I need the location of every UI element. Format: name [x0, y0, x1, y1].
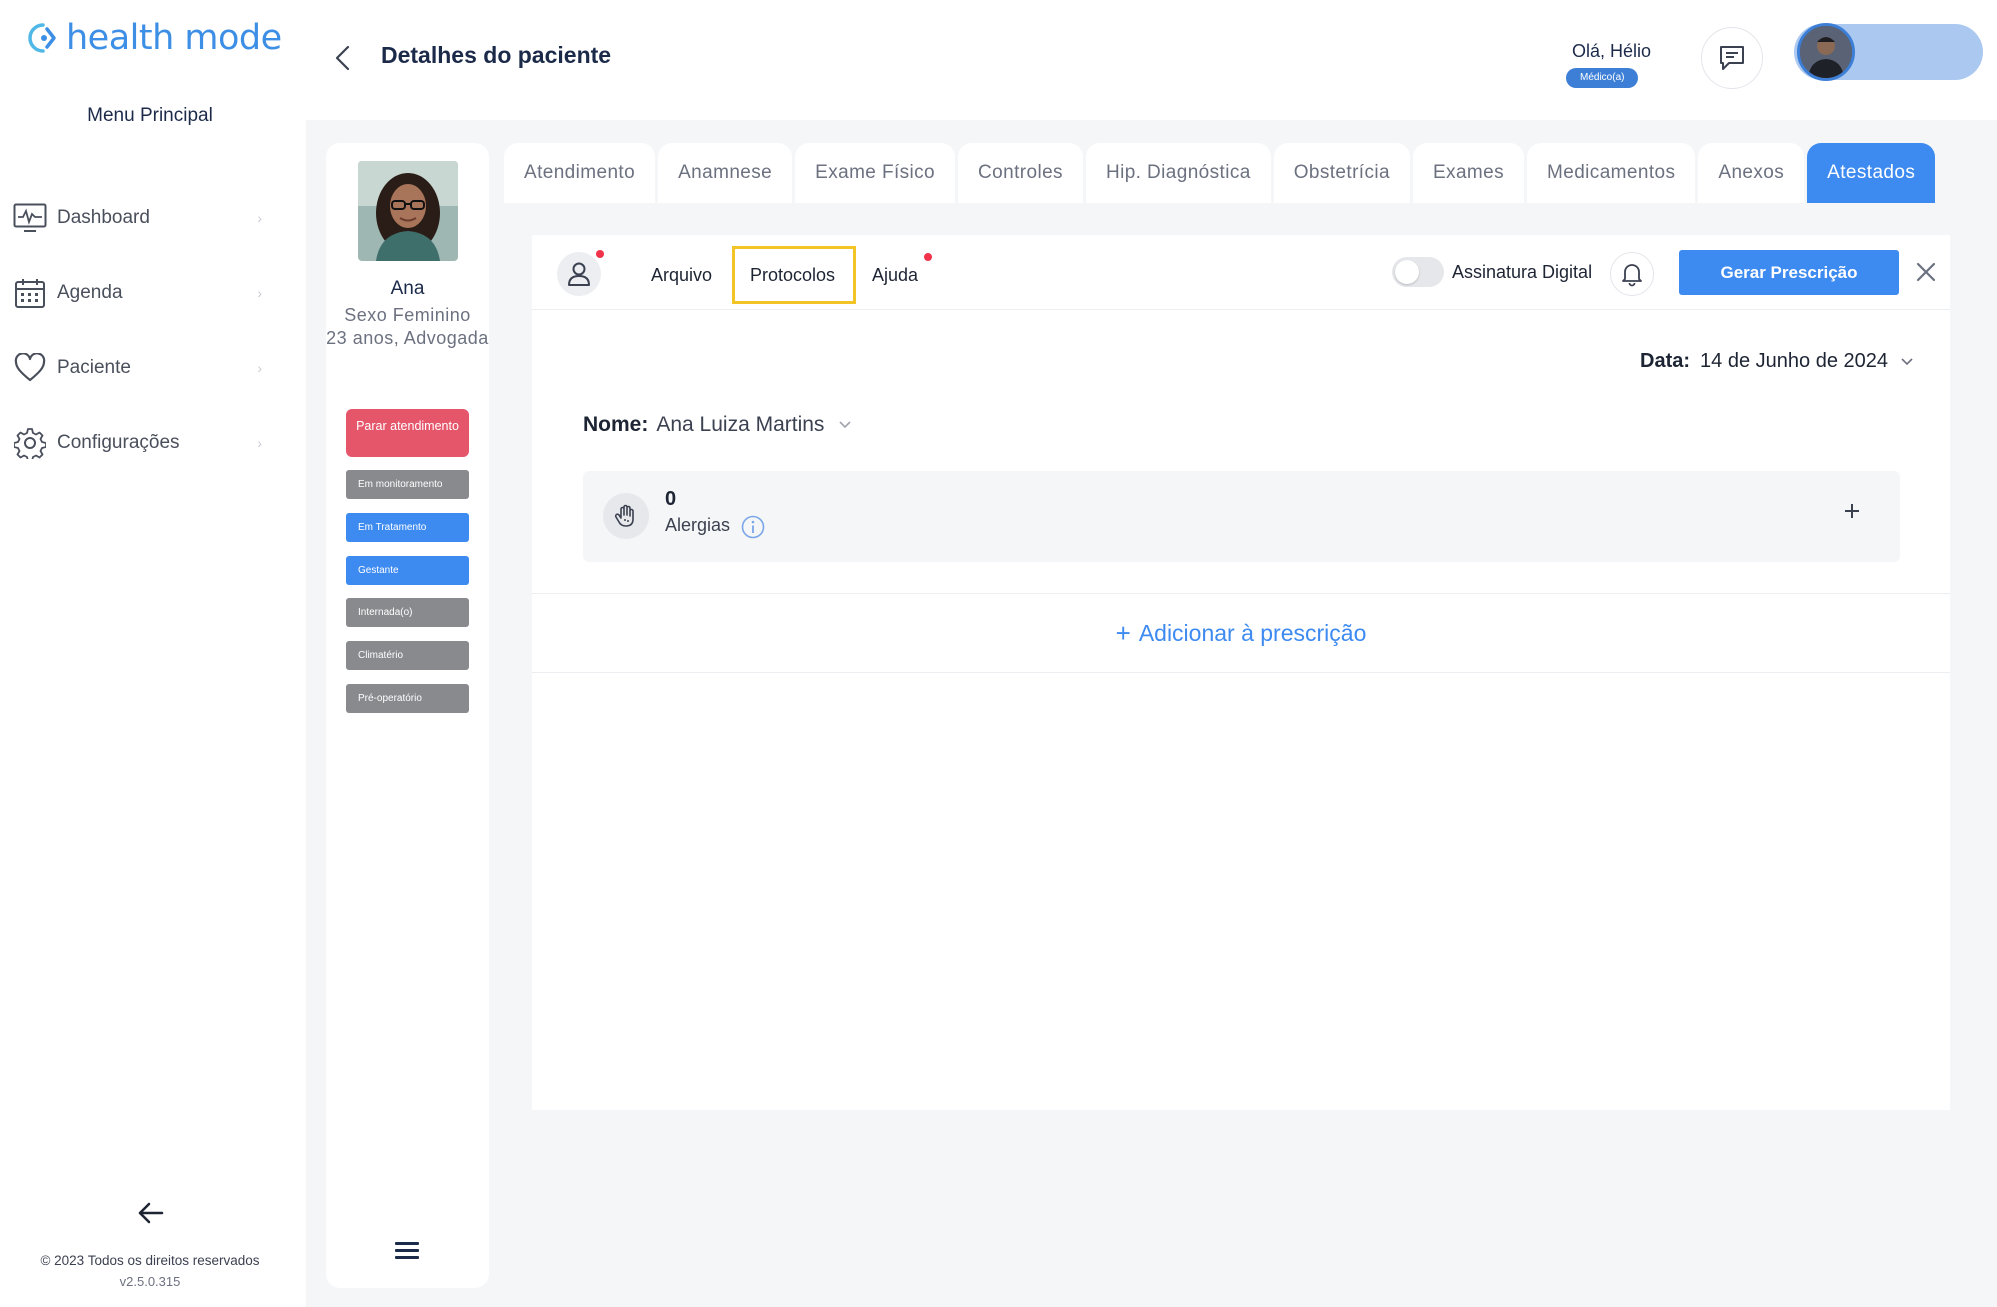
tab-exame-fisico[interactable]: Exame Físico — [795, 143, 956, 203]
logo-icon — [28, 23, 56, 53]
hand-icon — [603, 493, 649, 539]
tab-hip-diagnostica[interactable]: Hip. Diagnóstica — [1085, 143, 1271, 203]
name-label: Nome: — [583, 413, 649, 436]
back-chevron-icon[interactable] — [330, 44, 356, 72]
page-title: Detalhes do paciente — [381, 42, 612, 68]
tab-bar: Atendimento Anamnese Exame Físico Contro… — [504, 143, 1938, 203]
notifications-button[interactable] — [1610, 252, 1654, 296]
name-value: Ana Luiza Martins — [656, 413, 825, 436]
prescription-panel: Arquivo Protocolos Ajuda Assinatura Digi… — [532, 235, 1950, 1110]
tag-pre-operatorio[interactable]: Pré-operatório — [346, 684, 469, 713]
date-value: 14 de Junho de 2024 — [1700, 350, 1888, 372]
chevron-right-icon: › — [257, 359, 262, 376]
top-header: Detalhes do paciente — [306, 0, 1997, 120]
user-greeting: Olá, Hélio — [1572, 41, 1652, 61]
sidebar-item-label: Dashboard — [57, 206, 150, 228]
menu-arquivo[interactable]: Arquivo — [651, 265, 712, 286]
notification-dot — [924, 253, 932, 261]
sidebar-item-configuracoes[interactable]: Configurações › — [12, 405, 262, 480]
chevron-right-icon: › — [257, 209, 262, 226]
patient-sex: Sexo Feminino — [344, 305, 471, 325]
user-role-badge: Médico(a) — [1566, 68, 1639, 88]
patient-info: Sexo Feminino 23 anos, Advogada — [326, 305, 489, 349]
chevron-down-icon — [839, 421, 852, 429]
menu-title: Menu Principal — [87, 105, 213, 126]
add-to-prescription-button[interactable]: + Adicionar à prescrição — [532, 593, 1950, 673]
gear-icon — [12, 425, 48, 461]
dashboard-monitor-icon — [12, 200, 48, 236]
logo-text: health mode — [66, 18, 282, 58]
patient-age-occupation: 23 anos, Advogada — [326, 327, 489, 348]
heart-icon — [12, 350, 48, 386]
bell-icon — [1622, 264, 1642, 287]
tag-internada[interactable]: Internada(o) — [346, 598, 469, 627]
chevron-right-icon: › — [257, 284, 262, 301]
tab-exames[interactable]: Exames — [1412, 143, 1525, 203]
patient-photo — [358, 161, 458, 261]
date-label: Data: — [1640, 350, 1691, 372]
digital-signature-toggle[interactable] — [1392, 257, 1444, 287]
tag-climaterio[interactable]: Climatério — [346, 641, 469, 670]
app-logo[interactable]: health mode — [28, 18, 282, 58]
collapse-sidebar-arrow-left-icon[interactable] — [136, 1198, 166, 1228]
tab-anamnese[interactable]: Anamnese — [658, 143, 793, 203]
sidebar-item-dashboard[interactable]: Dashboard › — [12, 180, 262, 255]
menu-protocolos[interactable]: Protocolos — [750, 265, 835, 286]
chevron-right-icon: › — [257, 434, 262, 451]
user-avatar[interactable] — [1797, 23, 1855, 81]
tab-medicamentos[interactable]: Medicamentos — [1527, 143, 1696, 203]
sidebar-item-label: Configurações — [57, 431, 180, 453]
allergies-section: 0 Alergias — [583, 471, 1900, 562]
sidebar-item-paciente[interactable]: Paciente › — [12, 330, 262, 405]
sidebar-item-label: Paciente — [57, 356, 131, 378]
add-allergy-plus-icon[interactable] — [1842, 501, 1862, 521]
allergies-label: Alergias — [665, 515, 731, 535]
sidebar-item-agenda[interactable]: Agenda › — [12, 255, 262, 330]
allergies-count: 0 — [665, 488, 677, 510]
plus-icon: + — [1115, 617, 1131, 648]
sidebar: health mode Menu Principal Dashboard › A… — [0, 0, 306, 1307]
tag-em-tratamento[interactable]: Em Tratamento — [346, 513, 469, 542]
patient-name: Ana — [390, 278, 425, 299]
digital-signature-label: Assinatura Digital — [1452, 262, 1593, 282]
prescription-toolbar: Arquivo Protocolos Ajuda Assinatura Digi… — [532, 235, 1950, 310]
hamburger-menu-icon[interactable] — [395, 1242, 419, 1262]
version-text: v2.5.0.315 — [119, 1274, 181, 1289]
calendar-icon — [12, 275, 48, 311]
chevron-down-icon — [1901, 357, 1913, 365]
tab-atestados[interactable]: Atestados — [1807, 143, 1936, 203]
tab-obstetricia[interactable]: Obstetrícia — [1273, 143, 1410, 203]
chat-bubble-icon — [1720, 46, 1744, 70]
user-avatar-image — [1800, 26, 1852, 78]
user-icon — [568, 262, 590, 286]
tag-em-monitoramento[interactable]: Em monitoramento — [346, 470, 469, 499]
stop-appointment-button[interactable]: Parar atendimento — [346, 409, 469, 457]
sidebar-nav: Dashboard › Agenda › Paciente › Configur… — [12, 180, 262, 480]
patient-card: Ana Sexo Feminino 23 anos, Advogada Para… — [326, 143, 489, 1288]
messages-button[interactable] — [1701, 27, 1763, 89]
tag-gestante[interactable]: Gestante — [346, 556, 469, 585]
copyright-text: © 2023 Todos os direitos reservados — [40, 1253, 260, 1268]
prescriber-button[interactable] — [557, 252, 601, 296]
date-selector[interactable]: Data: 14 de Junho de 2024 — [1640, 350, 1914, 373]
info-icon[interactable] — [741, 515, 765, 539]
menu-ajuda[interactable]: Ajuda — [872, 265, 918, 286]
patient-name-selector[interactable]: Nome: Ana Luiza Martins — [583, 413, 852, 437]
tab-atendimento[interactable]: Atendimento — [504, 143, 656, 203]
add-to-prescription-label: Adicionar à prescrição — [1138, 619, 1367, 646]
sidebar-item-label: Agenda — [57, 281, 123, 303]
tab-controles[interactable]: Controles — [958, 143, 1083, 203]
close-icon[interactable] — [1915, 261, 1937, 283]
generate-prescription-button[interactable]: Gerar Prescrição — [1679, 250, 1899, 295]
notification-dot — [596, 250, 604, 258]
tab-anexos[interactable]: Anexos — [1698, 143, 1805, 203]
